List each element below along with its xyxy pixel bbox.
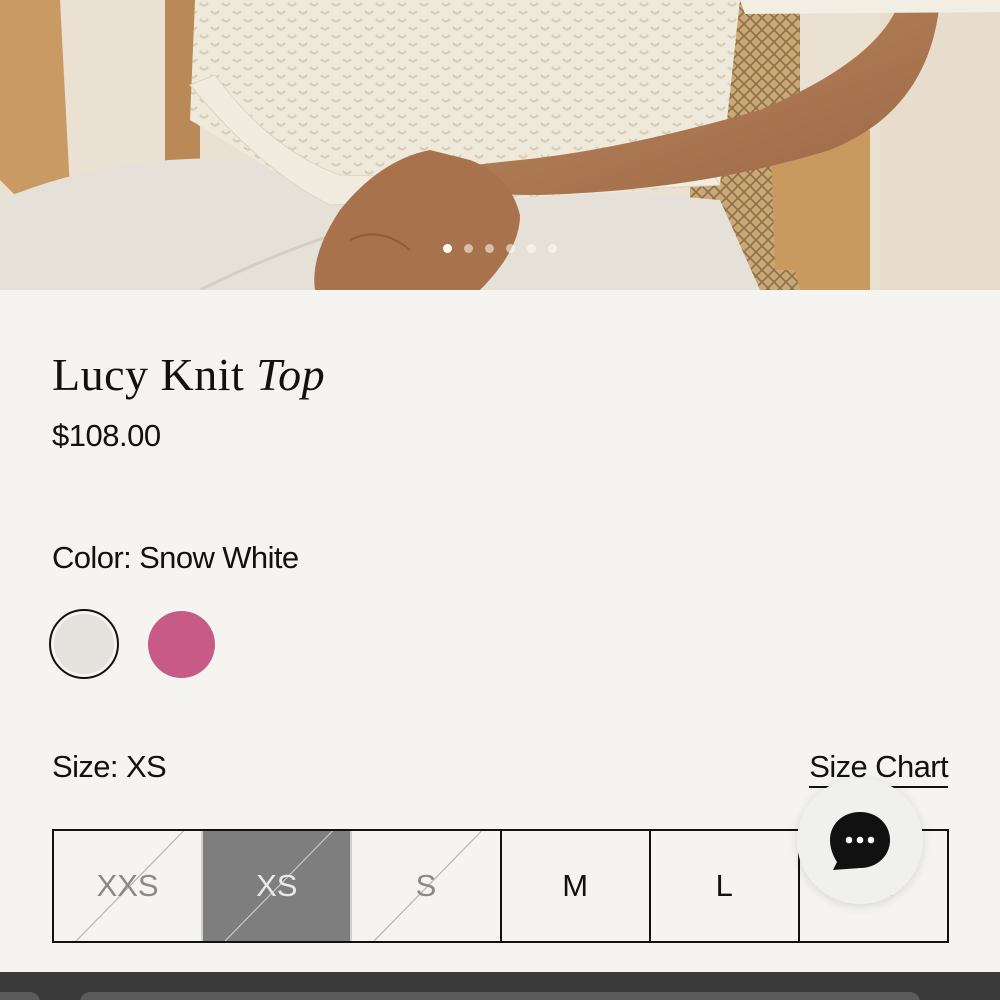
color-swatch-pink[interactable] — [148, 611, 215, 678]
size-option-label: XS — [256, 868, 298, 903]
size-option-label: M — [562, 868, 589, 903]
address-bar[interactable] — [80, 992, 920, 1000]
size-option-xs[interactable]: XS — [203, 831, 353, 941]
color-swatch-snow-white[interactable] — [49, 609, 119, 679]
size-option-m[interactable]: M — [502, 831, 651, 941]
color-selected-value: Snow White — [139, 540, 299, 575]
toolbar-button[interactable] — [0, 992, 40, 1000]
carousel-dot[interactable] — [548, 244, 557, 253]
size-label-prefix: Size: — [52, 749, 119, 784]
size-option-xxs[interactable]: XXS — [54, 831, 204, 941]
product-price: $108.00 — [52, 418, 161, 453]
carousel-dot[interactable] — [527, 244, 536, 253]
carousel-dot[interactable] — [506, 244, 515, 253]
color-swatch-fill — [54, 614, 114, 674]
color-label: Color: Snow White — [52, 540, 299, 576]
product-image-carousel[interactable] — [0, 0, 1000, 290]
size-option-l[interactable]: L — [651, 831, 800, 941]
size-option-s[interactable]: S — [352, 831, 502, 941]
size-selected-value: XS — [125, 749, 167, 784]
product-title-main: Lucy Knit — [52, 349, 257, 400]
chat-bubble-icon — [830, 812, 890, 870]
product-title: Lucy Knit Top — [52, 348, 325, 401]
carousel-dot[interactable] — [485, 244, 494, 253]
carousel-dot[interactable] — [464, 244, 473, 253]
size-option-label: L — [715, 868, 733, 903]
product-title-italic: Top — [256, 349, 326, 400]
carousel-dots — [0, 244, 1000, 253]
size-option-label: S — [415, 868, 437, 903]
size-label: Size: XS — [52, 749, 167, 785]
color-label-prefix: Color: — [52, 540, 132, 575]
size-option-label: XXS — [96, 868, 159, 903]
carousel-dot[interactable] — [443, 244, 452, 253]
chat-button[interactable] — [797, 778, 923, 904]
